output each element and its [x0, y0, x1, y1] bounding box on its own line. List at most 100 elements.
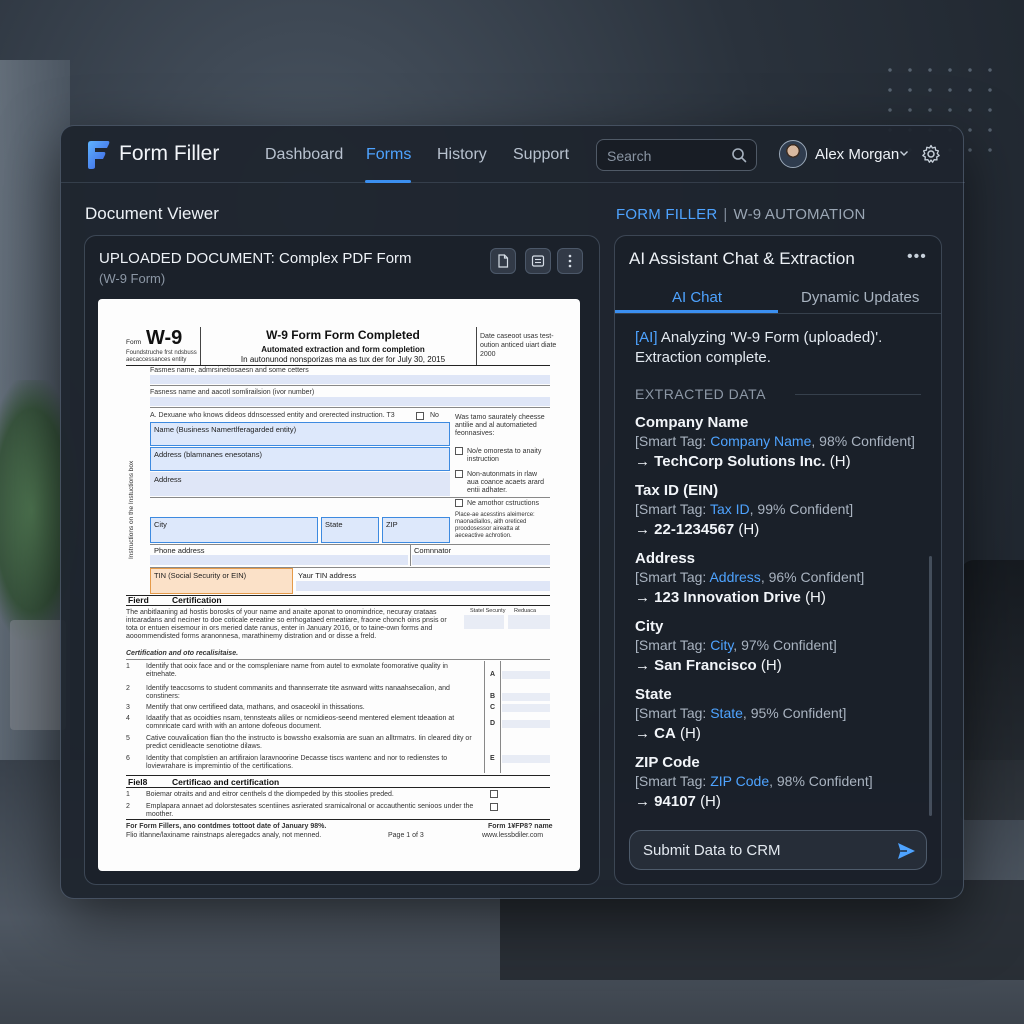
- form-side-label: Instructions on the Instuctions box: [128, 460, 135, 559]
- nav-dashboard[interactable]: Dashboard: [265, 146, 343, 164]
- chevron-down-icon[interactable]: [899, 148, 909, 158]
- field-value: 123 Innovation Drive: [654, 589, 801, 606]
- form-right-note-2: No/e omoresta to anaity instruction: [467, 448, 542, 463]
- background-chair: [960, 560, 1024, 820]
- field-value: CA: [654, 725, 676, 742]
- nav-active-indicator: [365, 180, 411, 183]
- pdf-page[interactable]: Form W-9 Foundstruche frst ndsbuss aecac…: [98, 299, 580, 871]
- background-plant-pot: [10, 620, 66, 730]
- file-icon: [498, 254, 509, 268]
- certification-heading: Certification and oto recalisitaise.: [126, 650, 239, 657]
- document-annotate-button[interactable]: [525, 248, 551, 274]
- gear-icon[interactable]: [921, 144, 941, 164]
- smart-tag-prefix: [Smart Tag:: [635, 569, 710, 585]
- submit-label: Submit Data to CRM: [643, 842, 781, 859]
- cert-item-number: 1: [126, 663, 130, 670]
- tab-ai-chat[interactable]: AI Chat: [672, 289, 722, 306]
- field-value: 94107: [654, 793, 696, 810]
- search-input[interactable]: [607, 146, 722, 166]
- field-suffix: (H): [738, 521, 760, 538]
- more-horizontal-icon[interactable]: •••: [907, 248, 927, 266]
- form-yourtin-label: Yaur TIN address: [298, 571, 357, 580]
- extracted-field-state[interactable]: State [Smart Tag: State, 95% Confident] …: [635, 685, 931, 744]
- footer-right-1: Form 1¥FP8? name: [488, 823, 553, 830]
- document-heading: UPLOADED DOCUMENT: Complex PDF Form: [99, 250, 412, 267]
- field-name: Tax ID (EIN): [635, 482, 719, 499]
- document-more-button[interactable]: [557, 248, 583, 274]
- cert2-item-text: Boiemar otraits and and eitror centhels …: [146, 791, 394, 798]
- extracted-data-heading: EXTRACTED DATA: [635, 386, 766, 402]
- field-name: State: [635, 686, 672, 703]
- extracted-field-city[interactable]: City [Smart Tag: City, 97% Confident] → …: [635, 617, 931, 676]
- extracted-field-tax-id[interactable]: Tax ID (EIN) [Smart Tag: Tax ID, 99% Con…: [635, 481, 931, 540]
- footer-left-2: Flio itlanne/laxiname rainstnaps alerega…: [126, 832, 322, 839]
- field-suffix: (H): [760, 657, 782, 674]
- form-right-note-5: Place-ae acesstins aleimerce: maonadiall…: [455, 512, 535, 539]
- part2-number: Fiel8: [128, 777, 148, 787]
- field-suffix: (H): [700, 793, 721, 810]
- search-icon[interactable]: [731, 147, 747, 163]
- field-smart-tag: [Smart Tag: City, 97% Confident]: [635, 636, 931, 655]
- arrow-icon: →: [635, 725, 650, 742]
- nav-history[interactable]: History: [437, 146, 487, 164]
- part1-title: Certification: [172, 595, 222, 605]
- cert2-item-number: 1: [126, 791, 130, 798]
- smart-tag-confidence: , 96% Confident]: [760, 569, 865, 585]
- form-date-note: Date caseoot usas test-oution anticed ui…: [480, 333, 557, 358]
- send-icon[interactable]: [896, 841, 916, 861]
- smart-tag-label: Tax ID: [709, 501, 750, 517]
- field-value-row: → 22-1234567 (H): [635, 519, 931, 540]
- app-window: Form Filler Dashboard Forms History Supp…: [60, 125, 965, 899]
- field-value-row: → San Francisco (H): [635, 655, 931, 676]
- part2-title: Certificao and certification: [172, 777, 280, 787]
- scrollbar[interactable]: [929, 556, 932, 816]
- form-title: W-9 Form Form Completed: [266, 328, 420, 342]
- field-smart-tag: [Smart Tag: Company Name, 98% Confident]: [635, 432, 931, 451]
- smart-tag-confidence: , 98% Confident]: [769, 773, 873, 789]
- nav-support[interactable]: Support: [513, 146, 569, 164]
- extracted-field-address[interactable]: Address [Smart Tag: Address, 96% Confide…: [635, 549, 931, 608]
- smart-tag-confidence: , 98% Confident]: [811, 433, 915, 449]
- form-id: W-9: [146, 327, 183, 349]
- more-vertical-icon: [568, 254, 572, 268]
- cert2-item-text: Emplapara annaet ad dolorstesates scenti…: [146, 803, 474, 818]
- smart-tag-label: Company Name: [710, 433, 812, 449]
- field-name: ZIP Code: [635, 754, 700, 771]
- arrow-icon: →: [635, 589, 650, 606]
- form-line-2: Fasness name and aacotl somlirailsion (i…: [150, 389, 315, 396]
- extracted-field-company-name[interactable]: Company Name [Smart Tag: Company Name, 9…: [635, 413, 931, 472]
- cert-item-number: 6: [126, 755, 130, 762]
- cert-item-text: Cative couvalication flian tho the instr…: [146, 735, 472, 750]
- submit-to-crm-button[interactable]: Submit Data to CRM: [629, 830, 927, 870]
- form-id-caption: Foundstruche frst ndsbuss aecaccessances…: [126, 350, 197, 363]
- form-city-field[interactable]: [150, 517, 318, 543]
- extracted-field-zip-code[interactable]: ZIP Code [Smart Tag: ZIP Code, 98% Confi…: [635, 753, 931, 812]
- search-box[interactable]: [596, 139, 757, 171]
- cert-item-number: 2: [126, 685, 130, 692]
- field-value: San Francisco: [654, 657, 757, 674]
- smart-tag-confidence: , 99% Confident]: [749, 501, 854, 517]
- cert-item-text: Identify teaccsorns to student commanits…: [146, 685, 450, 700]
- avatar[interactable]: [779, 140, 807, 168]
- cert-item-letter: D: [490, 720, 496, 727]
- cert-item-text: Idaatify that as ocoidties nsam, tennste…: [146, 715, 455, 730]
- cert2-item-number: 2: [126, 803, 130, 810]
- form-address-label-2: Address: [154, 475, 182, 484]
- footer-page-number: Page 1 of 3: [388, 832, 424, 839]
- cert-item-text: Identify that ooix face and or the comsp…: [146, 663, 448, 678]
- tab-dynamic-updates[interactable]: Dynamic Updates: [801, 289, 919, 306]
- form-right-note-4: Ne amothor cstructions: [467, 500, 539, 507]
- nav-forms[interactable]: Forms: [366, 146, 411, 164]
- smart-tag-prefix: [Smart Tag:: [635, 773, 711, 789]
- smart-tag-confidence: , 95% Confident]: [742, 705, 847, 721]
- tabs-divider: [615, 313, 941, 314]
- cert-item-number: 3: [126, 704, 130, 711]
- assistant-message-text: Analyzing 'W-9 Form (uploaded)'. Extract…: [635, 329, 883, 366]
- form-zip-label: ZIP: [386, 520, 398, 529]
- document-subheading: (W-9 Form): [99, 271, 166, 286]
- document-view-button[interactable]: [490, 248, 516, 274]
- cert-item-number: 5: [126, 735, 130, 742]
- user-name[interactable]: Alex Morgan: [815, 146, 899, 163]
- smart-tag-label: State: [710, 705, 743, 721]
- form-state-label: State: [325, 520, 343, 529]
